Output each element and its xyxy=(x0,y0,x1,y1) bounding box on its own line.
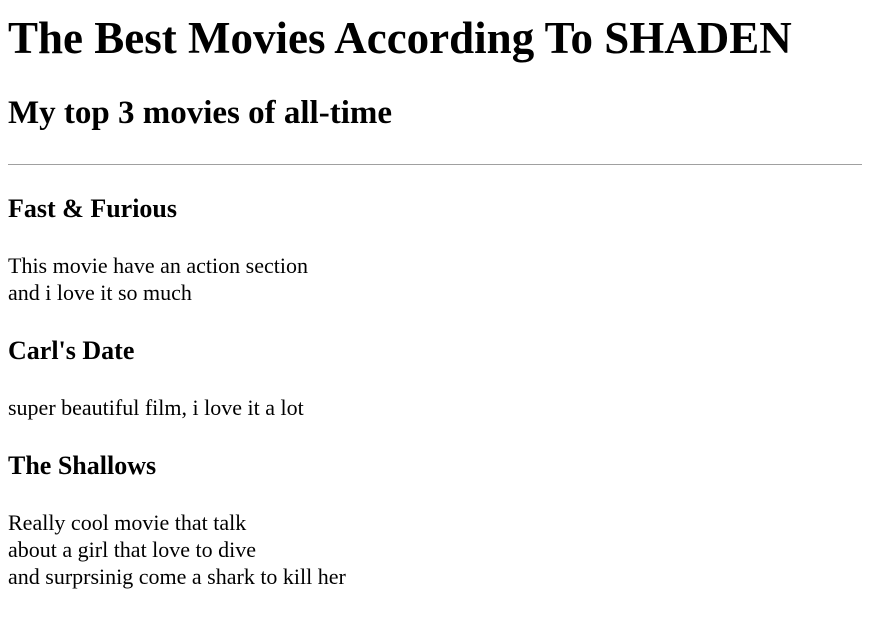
page-title: The Best Movies According To SHADEN xyxy=(8,13,792,63)
movie-entry-the-shallows: The Shallows Really cool movie that talk… xyxy=(8,451,862,590)
movie-description: This movie have an action section and i … xyxy=(8,252,862,306)
movie-title: Carl's Date xyxy=(8,336,135,365)
description-line: Really cool movie that talk xyxy=(8,510,247,535)
description-line: super beautiful film, i love it a lot xyxy=(8,395,304,420)
movie-title: Fast & Furious xyxy=(8,194,177,223)
description-line: This movie have an action section xyxy=(8,253,308,278)
page-subtitle: My top 3 movies of all-time xyxy=(8,95,392,131)
movie-entry-carls-date: Carl's Date super beautiful film, i love… xyxy=(8,336,862,421)
description-line: about a girl that love to dive xyxy=(8,537,257,562)
movie-entry-fast-furious: Fast & Furious This movie have an action… xyxy=(8,194,862,306)
movie-description: super beautiful film, i love it a lot xyxy=(8,394,862,421)
description-line: and i love it so much xyxy=(8,280,192,305)
description-line: and surprsinig come a shark to kill her xyxy=(8,564,346,589)
divider xyxy=(8,164,862,165)
movie-description: Really cool movie that talk about a girl… xyxy=(8,509,862,590)
movie-title: The Shallows xyxy=(8,451,157,480)
